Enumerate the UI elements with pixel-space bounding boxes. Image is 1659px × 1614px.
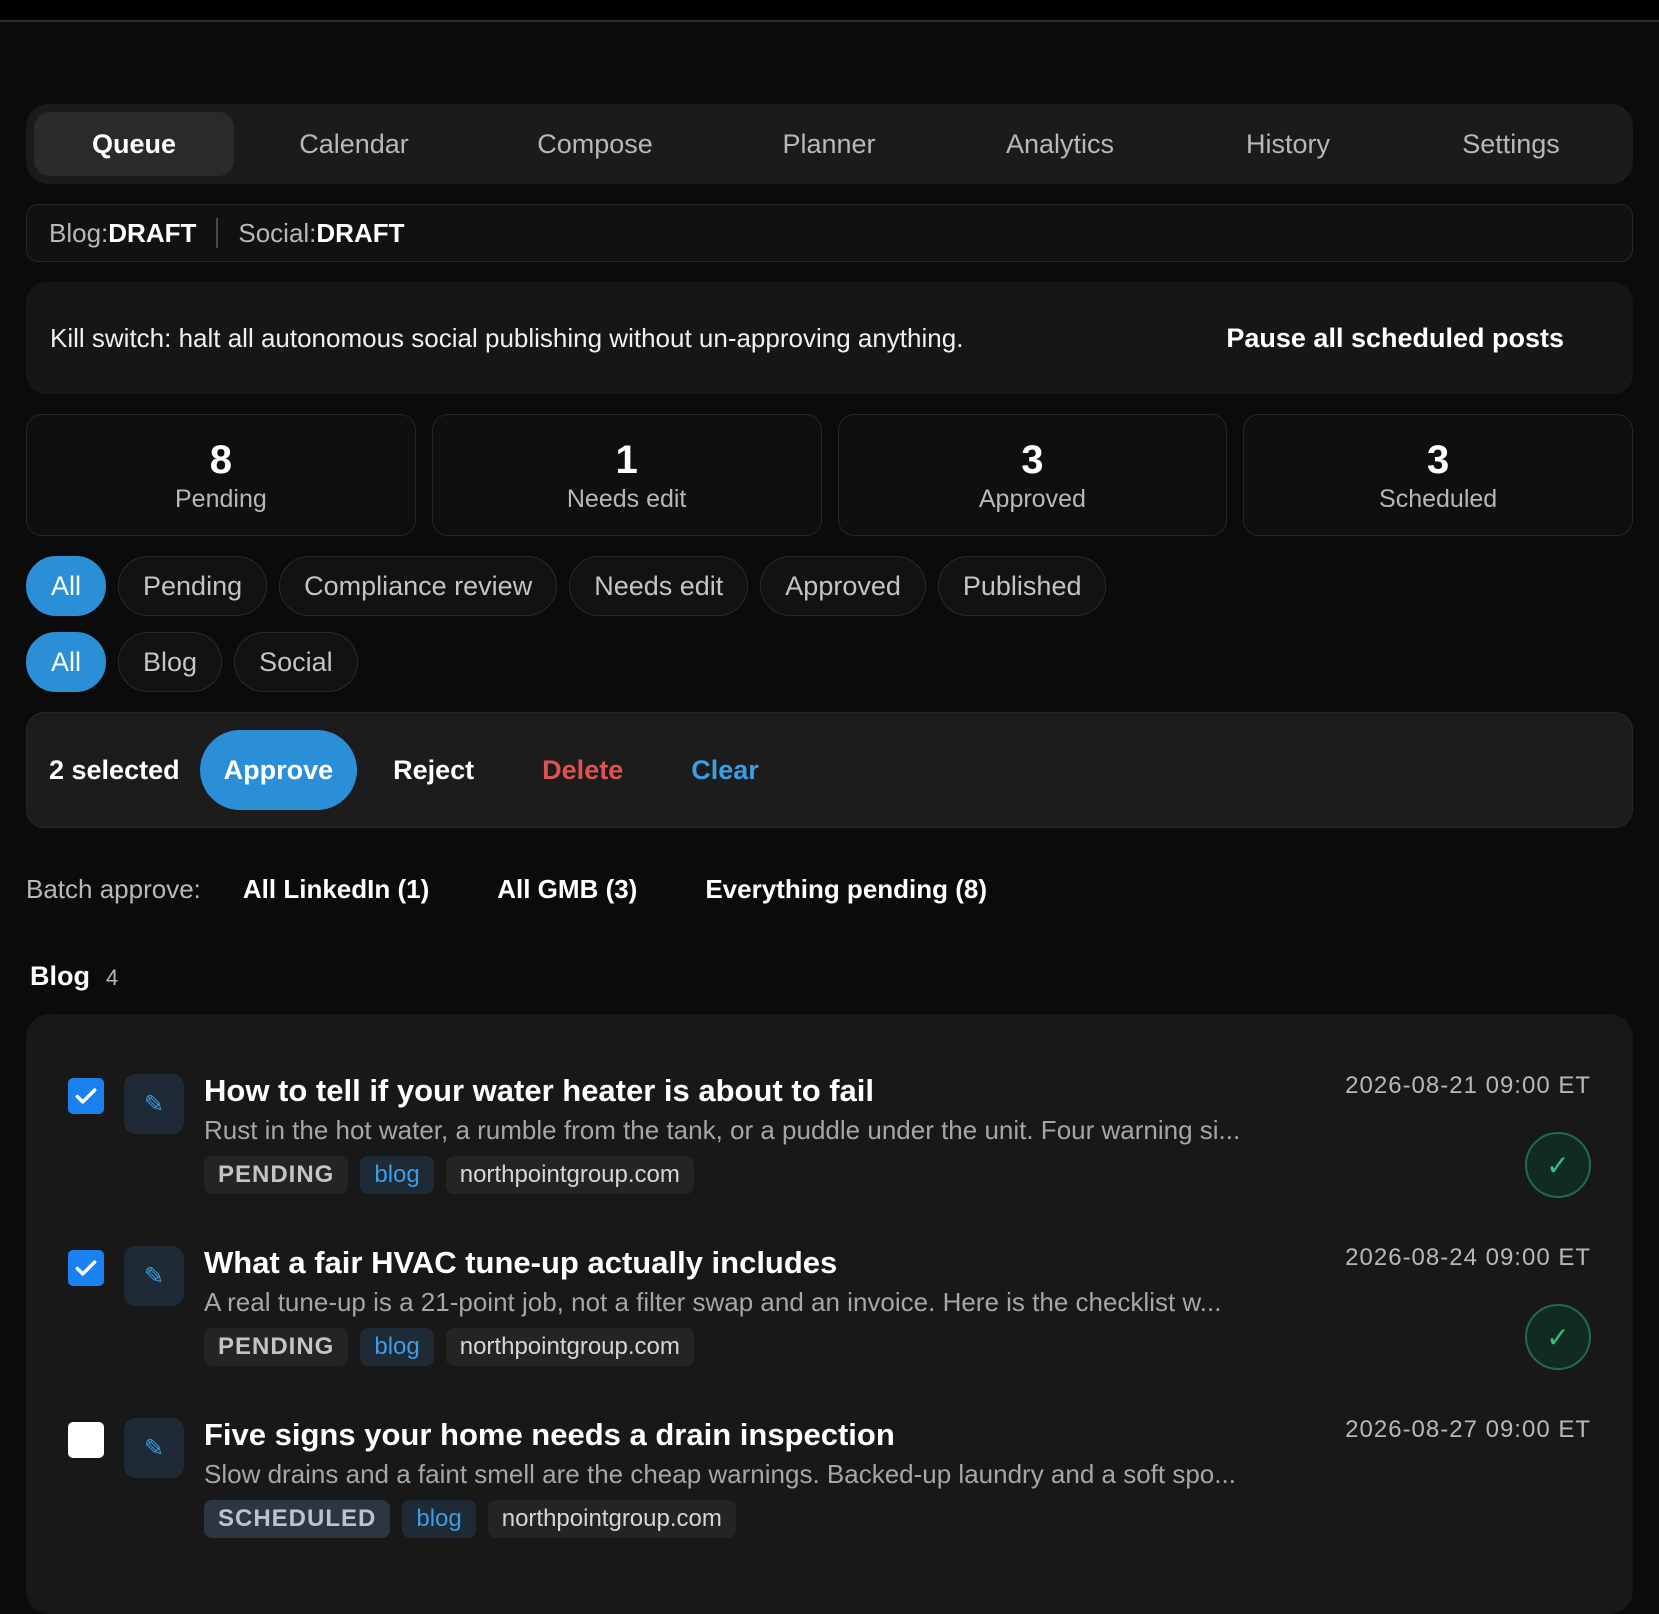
- tab-calendar[interactable]: Calendar: [234, 112, 474, 176]
- approve-item-button[interactable]: ✓: [1525, 1132, 1591, 1198]
- stat-scheduled[interactable]: 3 Scheduled: [1243, 414, 1633, 536]
- status-badge: PENDING: [204, 1328, 349, 1366]
- queue-page: Queue Calendar Compose Planner Analytics…: [26, 104, 1633, 1614]
- post-date: 2026-08-27 09:00 ET: [1345, 1416, 1591, 1443]
- stat-label: Scheduled: [1379, 484, 1498, 513]
- stat-pending[interactable]: 8 Pending: [26, 414, 416, 536]
- blog-status-label: Blog:: [49, 217, 109, 248]
- clear-button[interactable]: Clear: [667, 730, 783, 810]
- checkmark-icon: [75, 1260, 97, 1276]
- delete-button[interactable]: Delete: [518, 730, 647, 810]
- social-status-label: Social:: [238, 217, 317, 248]
- stat-label: Approved: [978, 484, 1086, 513]
- type-filter-chips: All Blog Social: [26, 632, 1633, 692]
- check-icon: ✓: [1546, 1149, 1570, 1181]
- batch-approve-linkedin[interactable]: All LinkedIn (1): [243, 874, 429, 905]
- pencil-icon: ✎: [124, 1246, 184, 1306]
- filter-status-all[interactable]: All: [26, 556, 107, 616]
- filter-status-pending[interactable]: Pending: [118, 556, 268, 616]
- selected-count: 2 selected: [49, 754, 180, 785]
- tab-compose[interactable]: Compose: [474, 112, 716, 176]
- stat-label: Pending: [175, 484, 267, 513]
- post-date: 2026-08-21 09:00 ET: [1345, 1072, 1591, 1099]
- stat-approved[interactable]: 3 Approved: [837, 414, 1228, 536]
- blog-status-value: DRAFT: [108, 217, 197, 248]
- post-excerpt: Rust in the hot water, a rumble from the…: [204, 1115, 1241, 1145]
- type-badge: blog: [360, 1156, 434, 1194]
- tab-analytics[interactable]: Analytics: [942, 112, 1178, 176]
- stat-label: Needs edit: [566, 484, 687, 513]
- tab-planner[interactable]: Planner: [716, 112, 942, 176]
- filter-type-social[interactable]: Social: [234, 632, 358, 692]
- stat-value: 8: [209, 437, 232, 482]
- pause-all-button[interactable]: Pause all scheduled posts: [1206, 313, 1609, 364]
- list-item[interactable]: ✎ How to tell if your water heater is ab…: [26, 1054, 1633, 1226]
- tab-history[interactable]: History: [1178, 112, 1398, 176]
- post-title[interactable]: Five signs your home needs a drain inspe…: [204, 1416, 1324, 1454]
- stats-row: 8 Pending 1 Needs edit 3 Approved 3 Sche…: [26, 414, 1633, 536]
- filter-status-published[interactable]: Published: [937, 556, 1107, 616]
- approve-item-button[interactable]: ✓: [1525, 1304, 1591, 1370]
- filter-type-all[interactable]: All: [26, 632, 107, 692]
- list-item[interactable]: ✎ Five signs your home needs a drain ins…: [26, 1398, 1633, 1570]
- select-checkbox[interactable]: [68, 1078, 104, 1114]
- section-count: 4: [106, 965, 119, 990]
- site-badge: northpointgroup.com: [445, 1156, 694, 1194]
- reject-button[interactable]: Reject: [369, 730, 498, 810]
- post-title[interactable]: How to tell if your water heater is abou…: [204, 1072, 1324, 1110]
- filter-status-compliance-review[interactable]: Compliance review: [279, 556, 558, 616]
- section-title: Blog: [30, 961, 90, 991]
- site-badge: northpointgroup.com: [487, 1500, 736, 1538]
- approve-button[interactable]: Approve: [199, 730, 358, 810]
- social-status-value: DRAFT: [316, 217, 405, 248]
- stat-needs-edit[interactable]: 1 Needs edit: [431, 414, 822, 536]
- kill-switch-text: Kill switch: halt all autonomous social …: [50, 322, 964, 353]
- status-badge: PENDING: [204, 1156, 349, 1194]
- pencil-icon: ✎: [124, 1074, 184, 1134]
- bulk-action-bar: 2 selected Approve Reject Delete Clear: [26, 712, 1633, 828]
- status-badge: SCHEDULED: [204, 1500, 391, 1538]
- status-filter-chips: All Pending Compliance review Needs edit…: [26, 556, 1633, 616]
- batch-approve-row: Batch approve: All LinkedIn (1) All GMB …: [26, 874, 1633, 905]
- stat-value: 1: [615, 437, 638, 482]
- post-excerpt: Slow drains and a faint smell are the ch…: [204, 1459, 1236, 1489]
- filter-type-blog[interactable]: Blog: [118, 632, 223, 692]
- select-checkbox[interactable]: [68, 1422, 104, 1458]
- type-badge: blog: [360, 1328, 434, 1366]
- kill-switch-panel: Kill switch: halt all autonomous social …: [26, 282, 1633, 394]
- main-tabs: Queue Calendar Compose Planner Analytics…: [26, 104, 1633, 184]
- batch-approve-gmb[interactable]: All GMB (3): [497, 874, 637, 905]
- batch-approve-everything[interactable]: Everything pending (8): [705, 874, 987, 905]
- type-badge: blog: [402, 1500, 476, 1538]
- check-icon: ✓: [1546, 1321, 1570, 1353]
- batch-approve-label: Batch approve:: [26, 874, 201, 904]
- tab-queue[interactable]: Queue: [34, 112, 234, 176]
- site-badge: northpointgroup.com: [445, 1328, 694, 1366]
- filter-status-approved[interactable]: Approved: [760, 556, 926, 616]
- blog-post-list: ✎ How to tell if your water heater is ab…: [26, 1014, 1633, 1614]
- filter-status-needs-edit[interactable]: Needs edit: [569, 556, 749, 616]
- stat-value: 3: [1427, 437, 1450, 482]
- select-checkbox[interactable]: [68, 1250, 104, 1286]
- post-date: 2026-08-24 09:00 ET: [1345, 1244, 1591, 1271]
- post-title[interactable]: What a fair HVAC tune-up actually includ…: [204, 1244, 1324, 1282]
- pencil-icon: ✎: [124, 1418, 184, 1478]
- stat-value: 3: [1021, 437, 1044, 482]
- section-header-blog: Blog 4: [30, 961, 1633, 992]
- window-top-bar: [0, 0, 1659, 22]
- tab-settings[interactable]: Settings: [1398, 112, 1624, 176]
- list-item[interactable]: ✎ What a fair HVAC tune-up actually incl…: [26, 1226, 1633, 1398]
- post-excerpt: A real tune-up is a 21-point job, not a …: [204, 1287, 1222, 1317]
- publish-status-bar: Blog: DRAFT Social: DRAFT: [26, 204, 1633, 262]
- status-divider: [216, 218, 219, 248]
- checkmark-icon: [75, 1088, 97, 1104]
